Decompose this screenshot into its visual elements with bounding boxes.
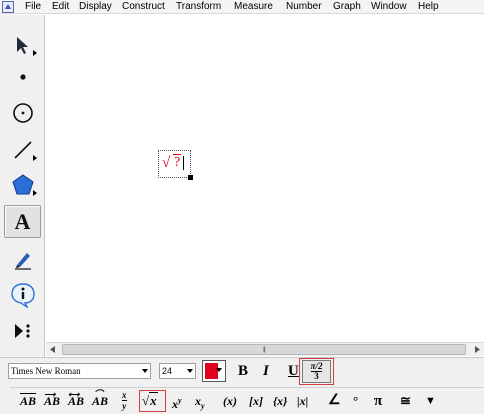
tool-submenu-icon: [33, 155, 37, 161]
math-text-box[interactable]: √ ?: [158, 150, 193, 180]
line-arrow-icon: ⟷: [68, 390, 80, 399]
compass-tool[interactable]: [4, 96, 41, 129]
grip-icon: |||: [263, 347, 266, 353]
menu-edit[interactable]: Edit: [52, 0, 69, 14]
menu-display[interactable]: Display: [79, 0, 112, 14]
chevron-down-icon: [187, 369, 193, 373]
horizontal-scrollbar[interactable]: |||: [46, 342, 484, 356]
pi-symbol-button[interactable]: π: [374, 393, 382, 409]
underline-button[interactable]: U: [288, 363, 299, 379]
font-size-select[interactable]: 24: [159, 363, 196, 379]
brackets-template-button[interactable]: [x]: [249, 393, 263, 409]
absolute-value-template-button[interactable]: |x|: [297, 393, 308, 409]
braces-template-button[interactable]: {x}: [273, 393, 287, 409]
menu-file[interactable]: File: [25, 0, 41, 14]
font-size-value: 24: [162, 366, 173, 376]
arc-icon: ⌒: [94, 389, 104, 399]
tool-submenu-icon: [33, 50, 37, 56]
scroll-right-icon: [475, 346, 480, 353]
more-symbols-button[interactable]: ▼: [425, 393, 436, 409]
tool-submenu-icon: [33, 190, 37, 196]
italic-button[interactable]: I: [263, 363, 269, 379]
text-palette: Times New Roman 24 B I U π/2 3 AB ⟶ AB ⟷…: [0, 357, 484, 414]
line-template-button[interactable]: ⟷ AB: [68, 390, 84, 409]
menu-bar: File Edit Display Construct Transform Me…: [0, 0, 484, 14]
menu-graph[interactable]: Graph: [333, 0, 361, 14]
arrow-tool-icon: [16, 36, 28, 54]
bold-button[interactable]: B: [238, 363, 248, 379]
polygon-tool[interactable]: [4, 168, 41, 201]
marker-tool-icon: [14, 252, 31, 270]
marker-tool[interactable]: [4, 242, 41, 275]
radical-symbol: √: [162, 155, 171, 171]
sqrt-template-button[interactable]: √x: [142, 392, 158, 409]
menu-measure[interactable]: Measure: [234, 0, 273, 14]
information-tool-icon: [10, 282, 35, 308]
angle-symbol-button[interactable]: ∠: [328, 393, 341, 409]
chevron-down-icon: [142, 369, 148, 373]
resize-handle[interactable]: [188, 175, 193, 180]
information-tool[interactable]: [4, 278, 41, 311]
text-color-button[interactable]: [202, 360, 226, 382]
chevron-down-icon: [216, 368, 222, 372]
sketch-canvas[interactable]: √ ?: [46, 15, 482, 342]
ray-arrow-icon: ⟶: [44, 390, 56, 399]
straightedge-tool-icon: [13, 140, 32, 159]
scroll-thumb[interactable]: |||: [62, 344, 466, 355]
ray-template-button[interactable]: ⟶ AB: [44, 390, 60, 409]
math-template-row: AB ⟶ AB ⟷ AB ⌒ AB x y √x xy xy (x) [x] {…: [10, 387, 484, 414]
fraction-template-button[interactable]: x y: [122, 390, 127, 411]
point-tool[interactable]: [4, 60, 41, 93]
text-tool-icon: A: [14, 208, 31, 234]
text-cursor: [183, 156, 184, 170]
scroll-left-button[interactable]: [46, 343, 60, 356]
congruent-symbol-button[interactable]: ≅: [400, 393, 411, 409]
math-format-bottom: 3: [314, 371, 319, 381]
arc-template-button[interactable]: ⌒ AB: [92, 389, 108, 409]
degree-symbol-button[interactable]: °: [353, 393, 358, 409]
text-tool[interactable]: A: [4, 205, 41, 238]
font-family-value: Times New Roman: [11, 366, 81, 376]
math-format-button[interactable]: π/2 3: [302, 360, 331, 383]
arrow-tool[interactable]: [4, 28, 41, 61]
radicand-placeholder: ?: [173, 154, 182, 170]
font-family-select[interactable]: Times New Roman: [8, 363, 151, 379]
menu-window[interactable]: Window: [371, 0, 407, 14]
scroll-right-button[interactable]: [470, 343, 484, 356]
compass-tool-icon: [12, 102, 33, 123]
subscript-template-button[interactable]: xy: [195, 393, 205, 414]
toolbox: A: [0, 15, 45, 360]
menu-transform[interactable]: Transform: [176, 0, 221, 14]
menu-number[interactable]: Number: [286, 0, 322, 14]
parentheses-template-button[interactable]: (x): [223, 393, 237, 409]
menu-construct[interactable]: Construct: [122, 0, 165, 14]
superscript-template-button[interactable]: xy: [172, 393, 182, 412]
segment-template-button[interactable]: AB: [20, 393, 36, 409]
polygon-tool-icon: [11, 173, 34, 194]
custom-tool-icon: [14, 323, 30, 338]
scroll-left-icon: [50, 346, 55, 353]
app-icon: [2, 1, 14, 13]
straightedge-tool[interactable]: [4, 133, 41, 166]
point-tool-icon: [19, 73, 26, 80]
custom-tool[interactable]: [4, 314, 41, 347]
menu-help[interactable]: Help: [418, 0, 439, 14]
